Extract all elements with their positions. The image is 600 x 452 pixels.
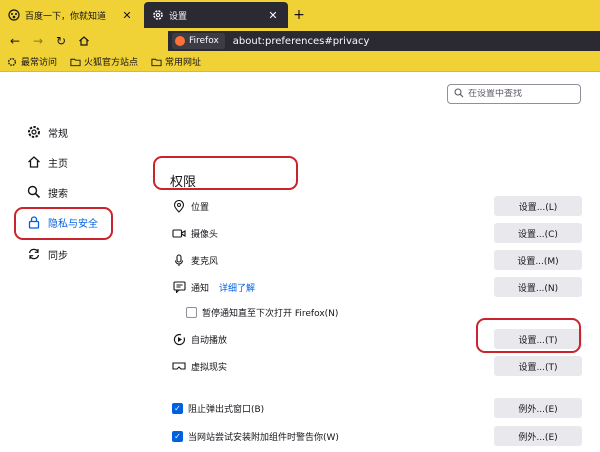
permission-label: 自动播放 (191, 335, 228, 346)
learn-more-link[interactable]: 详细了解 (219, 281, 255, 294)
permission-microphone: 麦克风 (172, 250, 218, 270)
permission-label: 虚拟现实 (191, 362, 228, 373)
url-text[interactable]: about:preferences#privacy (233, 36, 370, 47)
camera-icon (172, 226, 186, 240)
warn-addons-option[interactable]: ✓ 当网站尝试安装附加组件时警告你(W) (172, 426, 339, 446)
folder-icon (150, 56, 162, 68)
firefox-icon (175, 36, 185, 46)
permission-virtual-reality: 虚拟现实 (172, 356, 227, 376)
tab-strip: 百度一下，你就知道 ✕ 设置 ✕ + (0, 0, 600, 30)
bookmark-item[interactable]: 最常访问 (6, 55, 57, 68)
reload-icon[interactable]: ↻ (53, 33, 69, 49)
settings-search[interactable] (447, 84, 581, 104)
tab-baidu[interactable]: 百度一下，你就知道 ✕ (0, 0, 142, 30)
warn-addons-checkbox[interactable]: ✓ (172, 430, 183, 442)
home-icon (26, 154, 42, 170)
category-home[interactable]: 主页 (26, 153, 68, 171)
vr-settings-button[interactable]: 设置...(T) (494, 356, 582, 376)
permission-camera: 摄像头 (172, 223, 218, 243)
category-sync[interactable]: 同步 (26, 245, 68, 263)
pause-notifications-option[interactable]: 暂停通知直至下次打开 Firefox(N) (186, 302, 338, 322)
search-icon (454, 87, 464, 101)
identity-label: Firefox (189, 36, 219, 46)
baidu-icon (8, 9, 20, 21)
highlight-permissions (153, 156, 298, 190)
preferences-page: 常规 主页 搜索 隐私与安全 同步 权限 位置 设置...(L) (0, 72, 600, 452)
identity-box[interactable]: Firefox (172, 33, 225, 49)
permission-label: 位置 (191, 202, 210, 213)
category-general[interactable]: 常规 (26, 123, 68, 141)
sync-icon (26, 246, 42, 262)
tab-settings[interactable]: 设置 ✕ (144, 2, 288, 28)
search-input[interactable] (468, 89, 578, 99)
permission-label: 通知 (191, 283, 210, 294)
tab-title: 设置 (169, 11, 188, 22)
gear-icon (26, 124, 42, 140)
checkbox-label: 暂停通知直至下次打开 Firefox(N) (202, 308, 339, 319)
url-bar[interactable]: Firefox about:preferences#privacy (168, 31, 600, 51)
highlight-autoplay-button (476, 318, 581, 353)
permission-label: 摄像头 (191, 229, 219, 240)
checkbox-label: 当网站尝试安装附加组件时警告你(W) (188, 432, 339, 443)
category-label: 常规 (48, 128, 68, 140)
bookmark-label: 火狐官方站点 (84, 58, 139, 68)
microphone-icon (172, 253, 186, 267)
back-icon[interactable]: ← (7, 33, 23, 49)
close-icon[interactable]: ✕ (120, 8, 134, 22)
checkbox-label: 阻止弹出式窗口(B) (188, 404, 265, 415)
pause-notifications-checkbox[interactable] (186, 306, 197, 318)
bookmarks-toolbar: 最常访问 火狐官方站点 常用网址 (0, 52, 600, 72)
permission-notifications: 通知 详细了解 (172, 277, 255, 297)
notification-icon (172, 280, 186, 294)
bookmark-label: 常用网址 (165, 58, 202, 68)
bookmark-label: 最常访问 (21, 58, 58, 68)
home-icon[interactable] (76, 33, 92, 49)
popups-exceptions-button[interactable]: 例外...(E) (494, 398, 582, 418)
bookmark-item[interactable]: 常用网址 (150, 55, 201, 68)
permission-label: 麦克风 (191, 256, 219, 267)
permission-location: 位置 (172, 196, 209, 216)
highlight-privacy (14, 207, 113, 240)
gear-icon (152, 9, 164, 21)
forward-icon[interactable]: → (30, 33, 46, 49)
microphone-settings-button[interactable]: 设置...(M) (494, 250, 582, 270)
gear-icon (6, 56, 18, 68)
camera-settings-button[interactable]: 设置...(C) (494, 223, 582, 243)
location-settings-button[interactable]: 设置...(L) (494, 196, 582, 216)
notifications-settings-button[interactable]: 设置...(N) (494, 277, 582, 297)
vr-icon (172, 359, 186, 373)
nav-bar: ← → ↻ Firefox about:preferences#privacy (0, 30, 600, 52)
close-icon[interactable]: ✕ (266, 8, 280, 22)
search-icon (26, 184, 42, 200)
folder-icon (69, 56, 81, 68)
category-search[interactable]: 搜索 (26, 183, 68, 201)
block-popups-checkbox[interactable]: ✓ (172, 402, 183, 414)
category-label: 搜索 (48, 188, 68, 200)
block-popups-option[interactable]: ✓ 阻止弹出式窗口(B) (172, 398, 264, 418)
permission-autoplay: 自动播放 (172, 329, 227, 349)
autoplay-icon (172, 332, 186, 346)
tab-title: 百度一下，你就知道 (25, 11, 107, 22)
bookmark-item[interactable]: 火狐官方站点 (69, 55, 138, 68)
addons-exceptions-button[interactable]: 例外...(E) (494, 426, 582, 446)
category-label: 主页 (48, 158, 68, 170)
category-label: 同步 (48, 250, 68, 262)
location-icon (172, 199, 186, 213)
new-tab-button[interactable]: + (290, 6, 308, 24)
